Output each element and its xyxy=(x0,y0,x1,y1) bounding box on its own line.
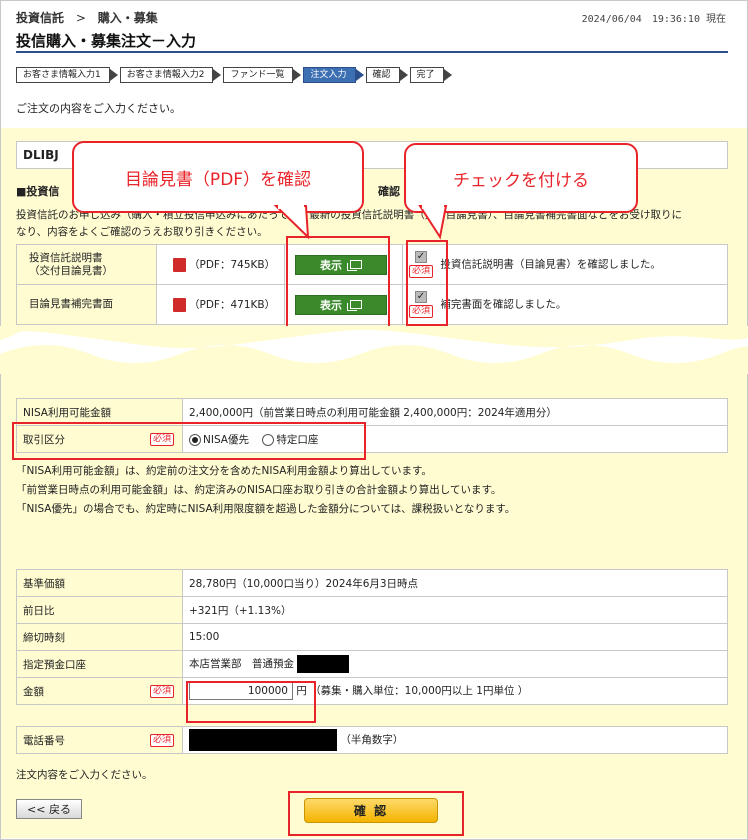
nisa-notes: 「NISA利用可能金額」は、約定前の注文分を含めたNISA利用金額より算出してい… xyxy=(16,462,515,519)
change-value: +321円（+1.13%） xyxy=(182,596,728,624)
required-badge: 必須 xyxy=(149,733,174,747)
check-cell: ✓ 必須 補完書面を確認しました。 xyxy=(402,284,728,325)
step-customer-info-1: お客さま情報入力1 xyxy=(16,67,118,83)
nisa-note-1: 「NISA利用可能金額」は、約定前の注文分を含めたNISA利用金額より算出してい… xyxy=(16,465,432,477)
pdf-size: （PDF：471KB） xyxy=(189,299,276,311)
base-price-value: 28,780円（10,000口当り）2024年6月3日時点 xyxy=(182,569,728,597)
callout-check-text: チェックを付ける xyxy=(453,170,589,191)
pdf-icon xyxy=(173,258,186,272)
breadcrumb-root[interactable]: 投資信託 xyxy=(16,11,64,25)
callout-check: チェックを付ける xyxy=(404,143,638,213)
deposit-account-label: 指定預金口座 xyxy=(16,650,183,678)
step-indicator: お客さま情報入力1 お客さま情報入力2 ファンド一覧 注文入力 確認 完了 xyxy=(16,67,454,83)
amount-label: 金額 xyxy=(23,685,44,698)
back-button[interactable]: << 戻る xyxy=(16,799,82,819)
pdf-size: （PDF：745KB） xyxy=(189,259,276,271)
fund-name: DLIBJ xyxy=(23,148,59,162)
table-row: 指定預金口座 本店営業部 普通預金 xyxy=(16,650,728,678)
current-datetime: 2024/06/04 19:36:10 現在 xyxy=(581,14,726,25)
nisa-note-2: 「前営業日時点の利用可能金額」は、約定済みのNISA口座お取り引きの合計金額より… xyxy=(16,484,502,496)
base-price-label: 基準価額 xyxy=(16,569,183,597)
table-row: 金額 必須 100000 円 （募集・購入単位：10,000円以上 1円単位 ） xyxy=(16,677,728,705)
docs-section-heading-end: 確認 xyxy=(378,185,400,198)
supplement-check-text: 補完書面を確認しました。 xyxy=(440,298,567,311)
required-badge: 必須 xyxy=(149,684,174,698)
wavy-cut-divider xyxy=(0,326,748,374)
phone-note: （半角数字） xyxy=(340,734,404,746)
highlight-confirm-button xyxy=(288,791,464,836)
phone-table: 電話番号 必須 （半角数字） xyxy=(16,726,728,754)
amount-label-cell: 金額 必須 xyxy=(16,677,183,705)
table-row: 基準価額 28,780円（10,000口当り）2024年6月3日時点 xyxy=(16,569,728,597)
doc-label-line-2: （交付目論見書） xyxy=(29,264,113,277)
change-label: 前日比 xyxy=(16,596,183,624)
pdf-icon xyxy=(173,298,186,312)
doc-label-line-1: 目論見書補完書面 xyxy=(29,298,113,310)
deposit-account-cell: 本店営業部 普通預金 xyxy=(182,650,728,678)
table-row: 締切時刻 15:00 xyxy=(16,623,728,651)
check-cell: ✓ 必須 投資信託説明書（目論見書）を確認しました。 xyxy=(402,244,728,285)
highlight-checkboxes xyxy=(406,240,448,326)
amount-note: （募集・購入単位：10,000円以上 1円単位 ） xyxy=(310,685,529,697)
phone-cell: （半角数字） xyxy=(182,726,728,754)
page-title: 投信購入・募集注文－入力 xyxy=(16,32,197,50)
prospectus-check-text: 投資信託説明書（目論見書）を確認しました。 xyxy=(440,258,661,271)
table-row: 電話番号 必須 （半角数字） xyxy=(16,726,728,754)
step-order-input: 注文入力 xyxy=(303,67,364,83)
phone-label-cell: 電話番号 必須 xyxy=(16,726,183,754)
highlight-amount xyxy=(186,681,316,723)
breadcrumb: 投資信託 > 購入・募集 xyxy=(16,9,158,26)
step-customer-info-2: お客さま情報入力2 xyxy=(119,67,222,83)
callout-pdf: 目論見書（PDF）を確認 xyxy=(72,141,364,213)
step-fund-list: ファンド一覧 xyxy=(223,67,302,83)
order-table: 基準価額 28,780円（10,000口当り）2024年6月3日時点 前日比 +… xyxy=(16,569,728,705)
cutoff-value: 15:00 xyxy=(182,623,728,651)
nisa-note-3: 「NISA優先」の場合でも、約定時にNISA利用限度額を超過した金額分については… xyxy=(16,503,516,515)
highlight-show-buttons xyxy=(286,236,390,328)
highlight-account-type xyxy=(12,422,366,460)
title-underline xyxy=(16,51,728,53)
doc-label-cell: 目論見書補完書面 xyxy=(16,284,157,325)
deposit-account-value: 本店営業部 普通預金 xyxy=(189,658,294,670)
intro-text: ご注文の内容をご入力ください。 xyxy=(16,102,181,115)
pdf-info-cell: （PDF：471KB） xyxy=(156,284,285,325)
redacted-account-number xyxy=(297,655,350,673)
breadcrumb-separator: > xyxy=(75,11,86,25)
phone-input-redacted[interactable] xyxy=(189,729,337,751)
footer-instruction: 注文内容をご入力ください。 xyxy=(16,769,153,781)
callout-pdf-text: 目論見書（PDF）を確認 xyxy=(124,169,312,190)
step-confirm: 確認 xyxy=(365,67,408,83)
cutoff-label: 締切時刻 xyxy=(16,623,183,651)
table-row: 前日比 +321円（+1.13%） xyxy=(16,596,728,624)
phone-label: 電話番号 xyxy=(23,734,65,747)
step-complete: 完了 xyxy=(409,67,452,83)
docs-section-heading: ■投資信 xyxy=(16,185,60,198)
doc-label-line-1: 投資信託説明書 xyxy=(29,251,103,264)
pdf-info-cell: （PDF：745KB） xyxy=(156,244,285,285)
breadcrumb-current: 購入・募集 xyxy=(97,11,158,25)
doc-label-cell: 投資信託説明書 （交付目論見書） xyxy=(16,244,157,285)
callout-check-pointer xyxy=(418,205,448,240)
